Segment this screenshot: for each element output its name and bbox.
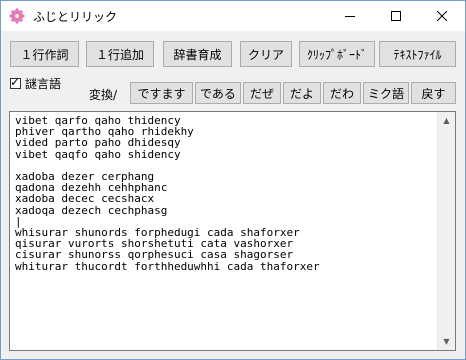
riddle-language-label: 謎言語	[25, 76, 62, 91]
checkmark-icon: ✓	[10, 74, 21, 89]
convert-dearu-button[interactable]: である	[195, 82, 241, 104]
maximize-button[interactable]	[373, 1, 419, 31]
riddle-language-option[interactable]: ✓ 謎言語	[10, 74, 62, 91]
vertical-scrollbar[interactable]: ▲ ▼	[437, 112, 455, 350]
line-lyric-button[interactable]: １行作詞	[10, 41, 79, 67]
scroll-up-icon[interactable]: ▲	[438, 112, 455, 129]
lyrics-editor[interactable]: vibet qarfo qaho thidency phiver qartho …	[9, 111, 456, 351]
minimize-button[interactable]	[327, 1, 373, 31]
close-button[interactable]	[419, 1, 465, 31]
convert-desumasu-button[interactable]: ですます	[130, 82, 193, 104]
minimize-icon	[345, 16, 355, 17]
convert-dayo-button[interactable]: だよ	[283, 82, 321, 104]
app-window: ふじとリリック １行作詞 １行追加 辞書育成 クリア ｸﾘｯﾌﾟﾎﾞｰﾄﾞ ﾃｷ…	[0, 0, 466, 360]
text-file-button[interactable]: ﾃｷｽﾄﾌｧｲﾙ	[379, 41, 456, 67]
convert-daze-button[interactable]: だぜ	[243, 82, 281, 104]
dictionary-button[interactable]: 辞書育成	[163, 41, 232, 67]
conversion-label: 変換/	[89, 88, 118, 102]
revert-button[interactable]: 戻す	[411, 82, 456, 104]
scroll-down-icon[interactable]: ▼	[438, 333, 455, 350]
riddle-language-checkbox[interactable]: ✓	[10, 74, 21, 89]
clipboard-button[interactable]: ｸﾘｯﾌﾟﾎﾞｰﾄﾞ	[299, 41, 375, 67]
flower-icon	[9, 8, 25, 24]
title-bar[interactable]: ふじとリリック	[1, 1, 465, 31]
clear-button[interactable]: クリア	[240, 41, 292, 67]
maximize-icon	[391, 11, 401, 21]
convert-dawa-button[interactable]: だわ	[323, 82, 361, 104]
window-title: ふじとリリック	[33, 10, 118, 24]
close-icon	[437, 11, 447, 21]
convert-miku-button[interactable]: ミク語	[363, 82, 409, 104]
lyrics-text[interactable]: vibet qarfo qaho thidency phiver qartho …	[15, 115, 435, 272]
line-add-button[interactable]: １行追加	[86, 41, 154, 67]
